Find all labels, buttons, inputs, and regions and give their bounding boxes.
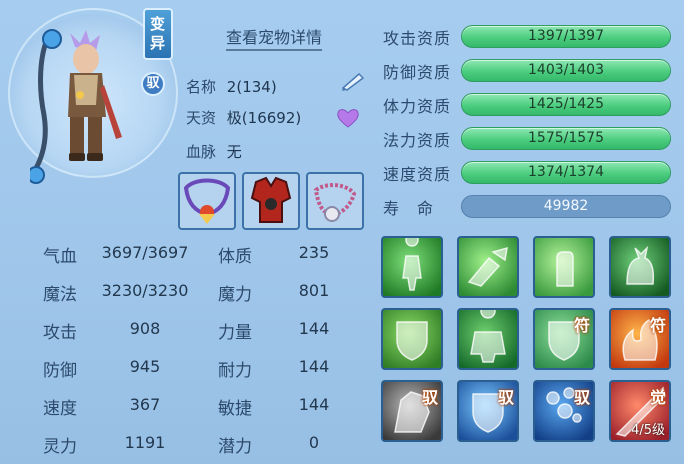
heart-icon[interactable] — [336, 107, 360, 129]
view-pet-details-link[interactable]: 查看宠物详情 — [226, 24, 323, 51]
aptitude-label-magic: 法力资质 — [383, 131, 452, 150]
aptitude-bar-magic: 1575/1575 — [461, 127, 671, 150]
green-palm-skill-icon — [556, 251, 574, 287]
stat-value-agility: 144 — [298, 395, 330, 414]
stat-label-hp: 气血 — [43, 247, 77, 267]
bracelet-icon — [313, 183, 357, 222]
stat-label-attack: 攻击 — [43, 323, 77, 343]
aptitude-label-speed: 速度资质 — [383, 165, 452, 184]
stat-label-mp: 魔法 — [43, 285, 77, 305]
equipment-slot-necklace[interactable] — [178, 172, 236, 230]
tame-tag: 驭 — [141, 72, 165, 96]
stat-value-endurance: 144 — [298, 357, 330, 376]
skill-slot[interactable] — [457, 308, 519, 370]
stat-label-spirit: 灵力 — [43, 437, 77, 457]
skill-slot[interactable]: 觉 4/5级 — [609, 380, 671, 442]
stat-value-attack: 908 — [129, 319, 161, 338]
stat-value-hp: 3697/3697 — [101, 243, 189, 262]
pet-bloodline-value: 无 — [226, 143, 242, 161]
skill-slot[interactable] — [609, 236, 671, 298]
edit-name-pen-icon[interactable] — [339, 70, 367, 92]
skill-slot[interactable]: 符 — [533, 308, 595, 370]
green-cat-skill-icon — [626, 245, 655, 285]
necklace-icon — [183, 178, 231, 224]
lifespan-label: 寿 命 — [383, 199, 435, 218]
pet-talent-row: 天资 极(16692) — [186, 107, 301, 128]
stat-label-agility: 敏捷 — [218, 399, 252, 419]
stat-label-defense: 防御 — [43, 361, 77, 381]
equipment-slot-armor[interactable] — [242, 172, 300, 230]
green-muscle-skill-icon — [470, 310, 506, 363]
stat-value-constitution: 235 — [298, 243, 330, 262]
lifespan-value: 49982 — [461, 195, 671, 218]
aptitude-bar-speed: 1374/1374 — [461, 161, 671, 184]
pet-details-panel: 变异 驭 查看宠物详情 名称 2(134) 天资 极(16692) 血脉 无 气… — [0, 0, 684, 464]
stat-label-constitution: 体质 — [218, 247, 252, 267]
skill-slot[interactable]: 驭 — [457, 380, 519, 442]
stat-value-speed: 367 — [129, 395, 161, 414]
aptitude-label-stamina: 体力资质 — [383, 97, 452, 116]
skill-slot[interactable] — [381, 236, 443, 298]
aptitude-label-defense: 防御资质 — [383, 63, 452, 82]
aptitude-label-attack: 攻击资质 — [383, 29, 452, 48]
skill-badge: 驭 — [497, 388, 514, 407]
stat-value-mp: 3230/3230 — [101, 281, 189, 300]
aptitude-bar-attack: 1397/1397 — [461, 25, 671, 48]
aptitude-bar-defense: 1403/1403 — [461, 59, 671, 82]
aptitude-bar-stamina: 1425/1425 — [461, 93, 671, 116]
stat-label-potential: 潜力 — [218, 437, 252, 457]
pet-talent-value: 极(16692) — [226, 109, 302, 127]
pet-name-label: 名称 — [186, 78, 217, 96]
green-shield-emblem-skill-icon — [396, 321, 428, 361]
skill-badge: 驭 — [573, 388, 590, 407]
armor-icon — [250, 176, 292, 223]
skill-slot[interactable] — [381, 308, 443, 370]
pet-bloodline-label: 血脉 — [186, 143, 217, 161]
equipment-slot-bracelet[interactable] — [306, 172, 364, 230]
pet-name-row: 名称 2(134) — [186, 76, 277, 97]
pet-name-value: 2(134) — [226, 78, 277, 96]
pet-bloodline-row: 血脉 无 — [186, 141, 242, 162]
skill-badge: 觉 — [649, 388, 666, 407]
skill-badge: 符 — [649, 316, 666, 335]
skill-level: 4/5级 — [631, 423, 665, 438]
stat-value-potential: 0 — [308, 433, 320, 452]
stat-value-defense: 945 — [129, 357, 161, 376]
stat-value-magic: 801 — [298, 281, 330, 300]
skill-slot[interactable]: 符 — [609, 308, 671, 370]
variant-tag: 变异 — [143, 8, 173, 60]
pet-figure-image — [30, 29, 122, 184]
stat-label-speed: 速度 — [43, 399, 77, 419]
pet-talent-label: 天资 — [186, 109, 217, 127]
stat-label-endurance: 耐力 — [218, 361, 252, 381]
stat-label-magic: 魔力 — [218, 285, 252, 305]
skill-slot[interactable] — [533, 236, 595, 298]
skill-badge: 符 — [573, 316, 590, 335]
stat-value-spirit: 1191 — [124, 433, 166, 452]
skill-slot[interactable]: 驭 — [533, 380, 595, 442]
green-figure-skill-icon — [402, 238, 422, 291]
skill-slot[interactable] — [457, 236, 519, 298]
skill-badge: 驭 — [421, 388, 438, 407]
stat-label-strength: 力量 — [218, 323, 252, 343]
skill-slot[interactable]: 驭 — [381, 380, 443, 442]
stat-value-strength: 144 — [298, 319, 330, 338]
green-hand-strike-skill-icon — [467, 246, 508, 287]
